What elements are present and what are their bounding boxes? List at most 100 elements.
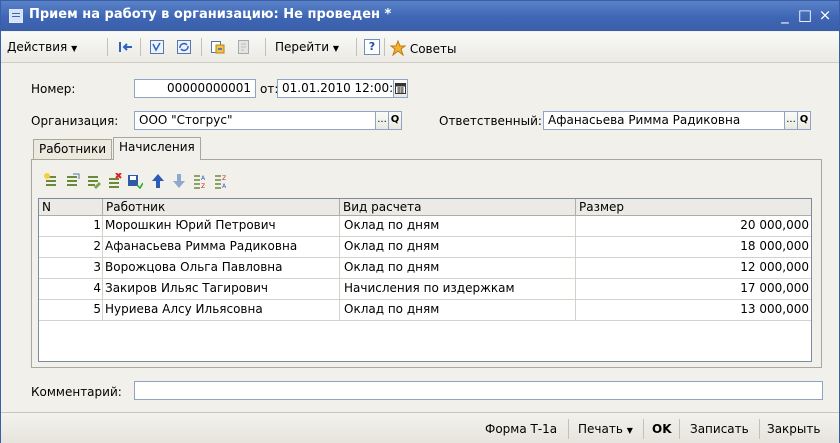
save-button[interactable]: Записать [690,420,749,438]
calendar-icon [395,83,406,94]
goto-menu-label: Перейти [275,40,329,54]
close-button[interactable]: Закрыть [767,420,820,438]
toolbar: Действия ▼ Перейти ▼ ? Советы [1,32,839,63]
column-header-worker[interactable]: Работник [103,199,340,215]
svg-text:A: A [201,175,206,182]
table-row[interactable]: 1 Морошкин Юрий Петрович Оклад по дням 2… [39,216,811,237]
cell-amount: 18 000,000 [740,239,809,253]
sort-ascending-icon[interactable]: AZ [192,173,208,189]
toolbar-separator [384,38,385,56]
ok-button[interactable]: OK [652,420,672,438]
toolbar-separator [140,38,141,56]
edit-row-icon[interactable] [85,173,101,189]
column-header-amount[interactable]: Размер [576,199,811,215]
responsible-field[interactable]: Афанасьева Римма Радиковна [543,111,785,130]
cell-amount: 17 000,000 [740,281,809,295]
responsible-label: Ответственный: [439,114,542,128]
post-document-icon[interactable] [149,39,165,55]
table-row[interactable]: 2 Афанасьева Римма Радиковна Оклад по дн… [39,237,811,258]
organization-select-button[interactable]: ... [375,111,389,130]
title-bar[interactable]: Прием на работу в организацию: Не провед… [1,1,839,31]
footer-separator [679,419,680,439]
number-label: Номер: [31,82,76,96]
movements-icon[interactable] [236,39,252,55]
actions-menu-button[interactable]: Действия ▼ [7,37,77,57]
cell-worker: Нуриева Алсу Ильясовна [103,300,340,320]
footer-bar: Форма Т-1а Печать ▼ OK Записать Закрыть [1,412,839,443]
svg-text:Z: Z [222,175,226,182]
responsible-open-button[interactable]: Q [797,111,811,130]
column-header-n[interactable]: N [39,199,103,215]
footer-separator [643,419,644,439]
help-button[interactable]: ? [364,39,380,55]
end-edit-icon[interactable] [127,173,143,189]
organization-field[interactable]: ООО "Стогрус" [134,111,376,130]
input-on-basis-icon[interactable] [118,39,134,55]
cell-worker: Афанасьева Римма Радиковна [103,237,340,257]
cell-type: Начисления по издержкам [340,279,576,299]
tips-icon [389,39,407,57]
cell-worker: Закиров Ильяс Тагирович [103,279,340,299]
goto-menu-button[interactable]: Перейти ▼ [275,37,339,57]
form-t1a-button[interactable]: Форма Т-1а [485,420,557,438]
cell-amount: 12 000,000 [740,260,809,274]
table-row[interactable]: 4 Закиров Ильяс Тагирович Начисления по … [39,279,811,300]
comment-label: Комментарий: [31,385,122,399]
add-row-icon[interactable] [43,173,59,189]
cell-n: 2 [39,237,103,257]
document-window: Прием на работу в организацию: Не провед… [0,0,840,443]
date-label: от: [260,82,279,96]
cell-amount: 20 000,000 [740,218,809,232]
table-toolbar: AZ ZA [43,173,323,191]
table-row[interactable]: 3 Ворожцова Ольга Павловна Оклад по дням… [39,258,811,279]
sort-descending-icon[interactable]: ZA [213,173,229,189]
toolbar-separator [356,38,357,56]
svg-text:Z: Z [201,183,205,189]
calendar-button[interactable] [393,79,408,98]
toolbar-separator [107,38,108,56]
cell-amount: 13 000,000 [740,302,809,316]
footer-separator [568,419,569,439]
copy-row-icon[interactable] [64,173,80,189]
print-menu-button[interactable]: Печать ▼ [578,420,633,438]
comment-field[interactable] [134,381,823,400]
cell-worker: Морошкин Юрий Петрович [103,216,340,236]
minimize-button[interactable]: _ [776,6,794,24]
cell-n: 5 [39,300,103,320]
column-header-type[interactable]: Вид расчета [340,199,576,215]
cell-type: Оклад по дням [340,258,576,278]
number-field[interactable]: 00000000001 [134,79,256,98]
actions-menu-label: Действия [7,40,68,54]
dropdown-arrow-icon: ▼ [332,44,339,53]
responsible-select-button[interactable]: ... [784,111,798,130]
structure-icon[interactable] [210,39,226,55]
toolbar-separator [265,38,266,56]
move-up-icon[interactable] [150,173,166,189]
cell-worker: Ворожцова Ольга Павловна [103,258,340,278]
cell-type: Оклад по дням [340,300,576,320]
table-row[interactable]: 5 Нуриева Алсу Ильясовна Оклад по дням 1… [39,300,811,321]
footer-separator [759,419,760,439]
cell-n: 4 [39,279,103,299]
close-window-button[interactable]: × [816,6,834,24]
refresh-icon[interactable] [176,39,192,55]
maximize-button[interactable]: □ [796,6,814,24]
cell-type: Оклад по дням [340,216,576,236]
tips-button[interactable]: Советы [389,37,457,57]
accruals-table[interactable]: N Работник Вид расчета Размер 1 Морошкин… [38,198,812,362]
cell-type: Оклад по дням [340,237,576,257]
dropdown-arrow-icon: ▼ [626,426,633,435]
table-header: N Работник Вид расчета Размер [39,199,811,216]
delete-row-icon[interactable] [106,173,122,189]
tips-label: Советы [409,42,457,56]
organization-label: Организация: [31,114,119,128]
tab-accruals[interactable]: Начисления [113,137,201,160]
tab-workers[interactable]: Работники [33,139,113,160]
organization-open-button[interactable]: Q [388,111,402,130]
cell-n: 3 [39,258,103,278]
print-label: Печать [578,422,623,436]
cell-n: 1 [39,216,103,236]
move-down-icon[interactable] [171,173,187,189]
document-icon [9,9,23,23]
date-field[interactable]: 01.01.2010 12:00:00 [277,79,394,98]
